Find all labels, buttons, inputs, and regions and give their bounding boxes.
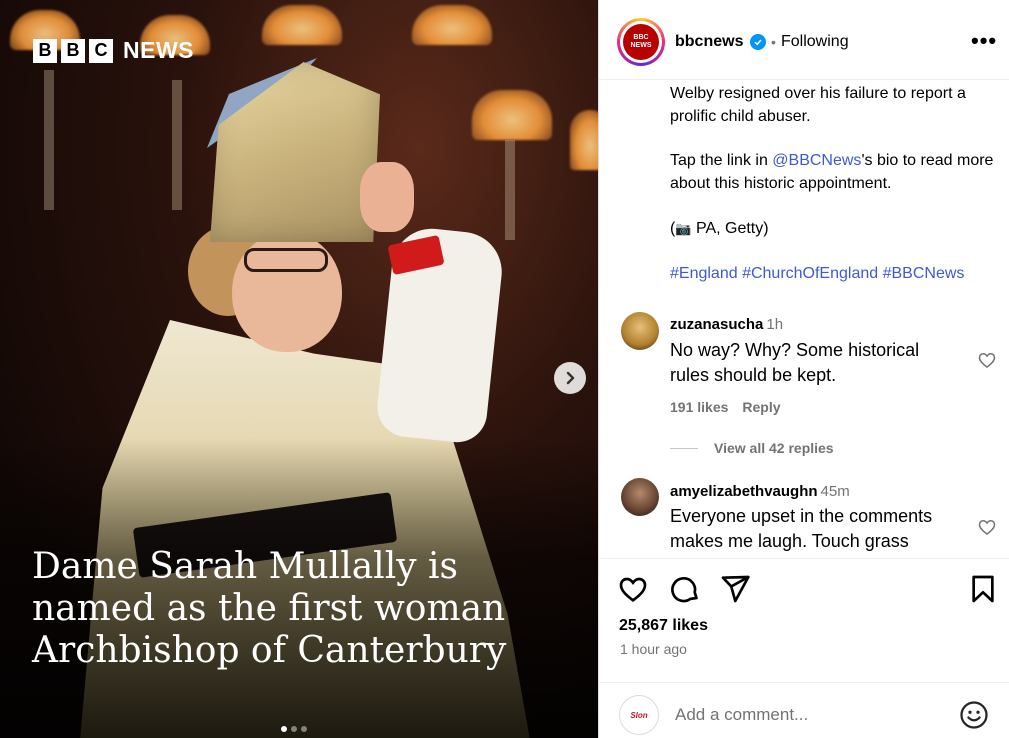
post-header: BBC NEWS bbcnews • Following ••• — [599, 0, 1009, 80]
carousel-dot — [291, 726, 297, 732]
background-lamp — [570, 110, 598, 170]
comment-meta: 191 likes Reply — [670, 399, 781, 415]
carousel-dot-active — [281, 726, 287, 732]
mitre — [210, 62, 380, 242]
header-separator: • — [771, 34, 776, 50]
comment-likes[interactable]: 191 likes — [670, 399, 728, 415]
avatar-border: BBC NEWS — [620, 21, 662, 63]
post-side-panel: BBC NEWS bbcnews • Following ••• Welby r… — [598, 0, 1009, 738]
current-user-avatar: Slon — [619, 695, 659, 735]
comment-time: 1h — [766, 316, 784, 333]
post-media[interactable]: B B C NEWS Dame Sarah Mullally is named … — [0, 0, 598, 738]
verified-badge-icon — [750, 34, 766, 50]
comment-time: 45m — [820, 483, 850, 500]
likes-count[interactable]: 25,867 likes — [619, 617, 708, 635]
avatar-text-news: NEWS — [630, 42, 652, 49]
avatar-bbc-logo: BBC NEWS — [623, 24, 659, 60]
comment-like-icon[interactable] — [977, 517, 997, 537]
more-options-button[interactable]: ••• — [971, 28, 997, 54]
commenter-avatar[interactable] — [621, 478, 659, 516]
commenter-avatar[interactable] — [621, 312, 659, 350]
bbc-news-logo: B B C NEWS — [33, 37, 194, 64]
check-icon — [754, 39, 762, 46]
add-comment-input[interactable] — [675, 705, 945, 725]
caption-text: Welby resigned over his failure to repor… — [670, 85, 966, 125]
hand — [360, 162, 414, 232]
background-lamp — [472, 90, 552, 140]
chevron-right-icon — [566, 371, 575, 385]
comment-user-line: zuzanasucha 1h — [670, 316, 783, 333]
caption-paragraph: Tap the link in @BBCNews's bio to read m… — [670, 149, 1000, 195]
post-time[interactable]: 1 hour ago — [620, 641, 687, 657]
carousel-indicator — [281, 726, 307, 732]
logo-box-c: C — [89, 38, 113, 63]
background-lamp — [412, 5, 492, 45]
avatar-text-bbc: BBC — [633, 34, 649, 41]
add-comment-bar: Slon — [599, 682, 1009, 738]
author-avatar[interactable]: BBC NEWS — [617, 18, 665, 66]
lamp-stem — [505, 140, 515, 240]
media-headline: Dame Sarah Mullally is named as the firs… — [32, 546, 507, 671]
comment-text: No way? Why? Some historical rules shoul… — [670, 340, 920, 385]
carousel-dot — [301, 726, 307, 732]
logo-news-word: NEWS — [123, 37, 194, 63]
caption-text: Tap the link in — [670, 152, 773, 169]
lamp-stem — [172, 80, 182, 210]
commenter-username[interactable]: zuzanasucha — [670, 316, 763, 333]
author-username[interactable]: bbcnews — [675, 33, 743, 51]
next-slide-button[interactable] — [554, 362, 586, 394]
logo-box-b1: B — [33, 38, 57, 63]
view-replies-label: View all 42 replies — [714, 440, 834, 456]
logo-box-b2: B — [61, 38, 85, 63]
comments-scroll-area[interactable]: Welby resigned over his failure to repor… — [599, 80, 1009, 558]
view-replies-button[interactable]: View all 42 replies — [670, 440, 834, 456]
bookmark-icon[interactable] — [967, 573, 999, 605]
comment-text: Everyone upset in the comments makes me … — [670, 506, 933, 551]
comment-reply-button[interactable]: Reply — [742, 399, 780, 415]
comment-like-icon[interactable] — [977, 350, 997, 370]
comment-user-line: amyelizabethvaughn 45m — [670, 483, 850, 500]
following-button[interactable]: Following — [781, 33, 849, 51]
commenter-username[interactable]: amyelizabethvaughn — [670, 483, 818, 500]
photo-credit: (📷 PA, Getty) — [670, 217, 1000, 240]
credit-text: PA, Getty) — [691, 220, 769, 237]
mention-link[interactable]: @BBCNews — [772, 152, 861, 169]
send-icon[interactable] — [719, 573, 751, 605]
heart-icon[interactable] — [617, 573, 649, 605]
replies-line — [670, 447, 698, 449]
background-lamp — [262, 5, 342, 45]
hashtags[interactable]: #England #ChurchOfEngland #BBCNews — [670, 262, 1000, 285]
emoji-icon[interactable] — [959, 700, 989, 730]
glasses — [244, 248, 328, 272]
lamp-stem — [44, 70, 54, 210]
post-actions-bar — [599, 558, 1009, 618]
camera-icon: 📷 — [675, 221, 692, 236]
comment-icon[interactable] — [669, 573, 701, 605]
